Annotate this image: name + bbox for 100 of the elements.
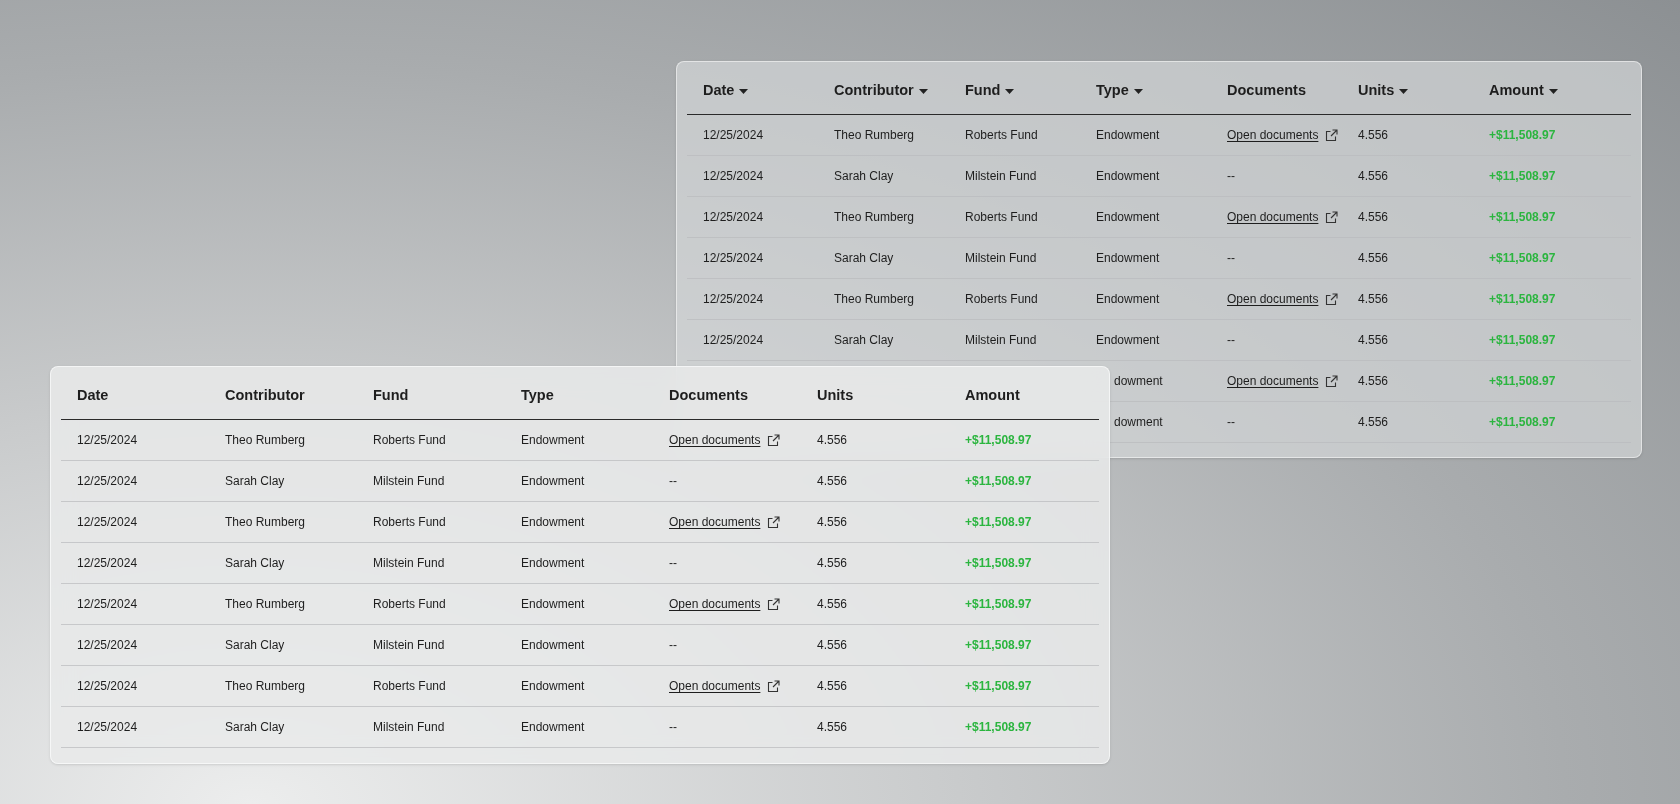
fund-cell: Milstein Fund bbox=[373, 556, 445, 570]
external-link-icon bbox=[767, 515, 781, 529]
external-link-icon bbox=[767, 597, 781, 611]
type-cell: Endowment bbox=[1096, 292, 1160, 306]
external-link-icon bbox=[1325, 210, 1339, 224]
type-cell: Endowment bbox=[521, 474, 585, 488]
amount-cell: +$11,508.97 bbox=[965, 515, 1032, 529]
contributor-cell: Theo Rumberg bbox=[225, 515, 306, 529]
date-cell: 12/25/2024 bbox=[77, 679, 138, 693]
date-cell: 12/25/2024 bbox=[77, 720, 138, 734]
contributor-cell: Theo Rumberg bbox=[225, 679, 306, 693]
sort-caret-icon bbox=[918, 88, 928, 94]
column-header[interactable]: Units bbox=[1358, 80, 1409, 102]
sort-caret-icon bbox=[739, 88, 749, 94]
amount-cell: +$11,508.97 bbox=[1489, 251, 1556, 265]
fund-cell: Roberts Fund bbox=[373, 433, 446, 447]
amount-cell: +$11,508.97 bbox=[1489, 415, 1556, 429]
column-header[interactable]: Fund bbox=[965, 80, 1015, 102]
column-header[interactable]: Type bbox=[1096, 80, 1143, 102]
column-header: Date bbox=[77, 386, 109, 406]
type-cell: Endowment bbox=[1096, 128, 1160, 142]
documents-cell: -- bbox=[669, 720, 677, 734]
open-documents-link[interactable]: Open documents bbox=[1227, 208, 1339, 226]
column-header: Documents bbox=[669, 386, 748, 406]
fund-cell: Roberts Fund bbox=[965, 128, 1038, 142]
amount-cell: +$11,508.97 bbox=[965, 679, 1032, 693]
open-documents-link[interactable]: Open documents bbox=[669, 677, 781, 695]
fund-cell: Milstein Fund bbox=[965, 251, 1037, 265]
units-cell: 4.556 bbox=[817, 679, 848, 693]
open-documents-link[interactable]: Open documents bbox=[669, 595, 781, 613]
amount-cell: +$11,508.97 bbox=[965, 638, 1032, 652]
type-cell: Endowment bbox=[521, 720, 585, 734]
date-cell: 12/25/2024 bbox=[77, 556, 138, 570]
date-cell: 12/25/2024 bbox=[703, 169, 764, 183]
amount-cell: +$11,508.97 bbox=[1489, 374, 1556, 388]
fund-cell: Roberts Fund bbox=[965, 292, 1038, 306]
documents-cell: -- bbox=[669, 474, 677, 488]
open-documents-link[interactable]: Open documents bbox=[1227, 290, 1339, 308]
sort-caret-icon bbox=[1548, 88, 1558, 94]
column-header: Amount bbox=[965, 386, 1020, 406]
date-cell: 12/25/2024 bbox=[703, 333, 764, 347]
column-header[interactable]: Contributor bbox=[834, 80, 928, 102]
type-cell: Endowment bbox=[521, 638, 585, 652]
amount-cell: +$11,508.97 bbox=[1489, 210, 1556, 224]
type-cell: Endowment bbox=[521, 597, 585, 611]
column-header: Documents bbox=[1227, 81, 1306, 101]
type-cell: Endowment bbox=[1096, 333, 1160, 347]
open-documents-link[interactable]: Open documents bbox=[669, 513, 781, 531]
documents-cell: -- bbox=[669, 638, 677, 652]
external-link-icon bbox=[767, 433, 781, 447]
external-link-icon bbox=[1325, 128, 1339, 142]
units-cell: 4.556 bbox=[817, 433, 848, 447]
documents-cell: -- bbox=[1227, 415, 1235, 429]
column-header: Units bbox=[817, 386, 854, 406]
type-cell: dowment bbox=[1114, 415, 1163, 429]
contributor-cell: Sarah Clay bbox=[834, 333, 894, 347]
open-documents-link[interactable]: Open documents bbox=[1227, 126, 1339, 144]
units-cell: 4.556 bbox=[1358, 251, 1389, 265]
column-header[interactable]: Amount bbox=[1489, 80, 1558, 102]
amount-cell: +$11,508.97 bbox=[965, 597, 1032, 611]
date-cell: 12/25/2024 bbox=[77, 597, 138, 611]
fund-cell: Milstein Fund bbox=[965, 169, 1037, 183]
fund-cell: Milstein Fund bbox=[373, 638, 445, 652]
units-cell: 4.556 bbox=[1358, 333, 1389, 347]
column-header: Type bbox=[521, 386, 554, 406]
amount-cell: +$11,508.97 bbox=[965, 474, 1032, 488]
open-documents-link[interactable]: Open documents bbox=[1227, 372, 1339, 390]
documents-cell: -- bbox=[1227, 251, 1235, 265]
documents-cell: -- bbox=[1227, 333, 1235, 347]
fund-cell: Roberts Fund bbox=[965, 210, 1038, 224]
date-cell: 12/25/2024 bbox=[77, 433, 138, 447]
amount-cell: +$11,508.97 bbox=[1489, 292, 1556, 306]
amount-cell: +$11,508.97 bbox=[965, 556, 1032, 570]
contributor-cell: Sarah Clay bbox=[834, 169, 894, 183]
date-cell: 12/25/2024 bbox=[703, 210, 764, 224]
units-cell: 4.556 bbox=[817, 556, 848, 570]
units-cell: 4.556 bbox=[817, 597, 848, 611]
fund-cell: Milstein Fund bbox=[373, 474, 445, 488]
date-cell: 12/25/2024 bbox=[703, 251, 764, 265]
fund-cell: Roberts Fund bbox=[373, 515, 446, 529]
sort-caret-icon bbox=[1399, 88, 1409, 94]
date-cell: 12/25/2024 bbox=[77, 638, 138, 652]
open-documents-link[interactable]: Open documents bbox=[669, 431, 781, 449]
type-cell: Endowment bbox=[521, 679, 585, 693]
column-header: Contributor bbox=[225, 386, 305, 406]
amount-cell: +$11,508.97 bbox=[1489, 169, 1556, 183]
type-cell: Endowment bbox=[521, 515, 585, 529]
external-link-icon bbox=[1325, 292, 1339, 306]
type-cell: Endowment bbox=[1096, 210, 1160, 224]
date-cell: 12/25/2024 bbox=[77, 474, 138, 488]
column-header: Fund bbox=[373, 386, 409, 406]
column-header[interactable]: Date bbox=[703, 80, 749, 102]
units-cell: 4.556 bbox=[1358, 128, 1389, 142]
units-cell: 4.556 bbox=[1358, 374, 1389, 388]
fund-cell: Roberts Fund bbox=[373, 597, 446, 611]
external-link-icon bbox=[767, 679, 781, 693]
type-cell: Endowment bbox=[1096, 251, 1160, 265]
fund-cell: Milstein Fund bbox=[373, 720, 445, 734]
documents-cell: -- bbox=[1227, 169, 1235, 183]
contributor-cell: Theo Rumberg bbox=[834, 128, 915, 142]
